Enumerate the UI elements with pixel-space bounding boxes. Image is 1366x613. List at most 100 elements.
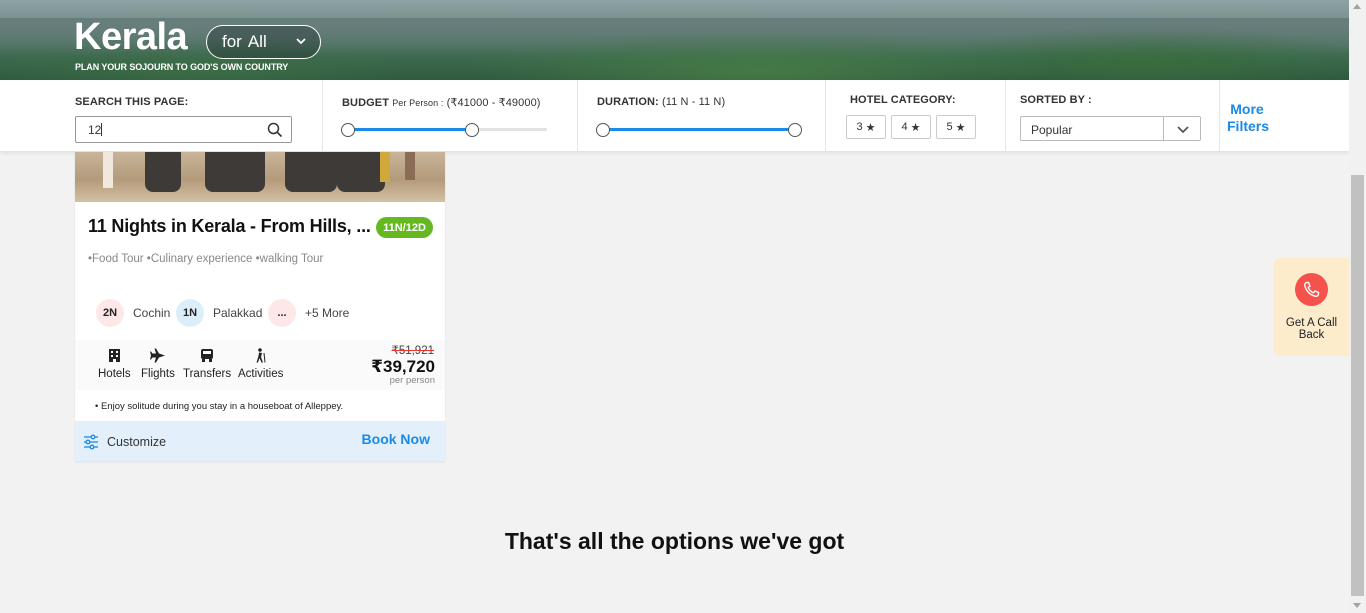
duration-slider-track[interactable] — [603, 128, 795, 131]
phone-icon — [1304, 281, 1320, 297]
inclusion-flights: Flights — [141, 348, 175, 380]
inclusion-label: Flights — [141, 368, 175, 380]
star-icon: ★ — [910, 121, 921, 134]
package-image — [75, 152, 445, 202]
person-shape — [405, 152, 415, 180]
package-highlights: •Food Tour •Culinary experience •walking… — [88, 253, 324, 265]
customize-button[interactable]: Customize — [107, 435, 166, 449]
chevron-down-icon — [296, 38, 306, 45]
hotel-4-star-button[interactable]: 4 ★ — [891, 115, 931, 139]
chevron-down-icon — [1177, 126, 1189, 134]
inclusion-transfers: Transfers — [183, 348, 231, 380]
budget-sublabel: Per Person : — [392, 98, 444, 108]
budget-label: BUDGET Per Person : (₹41000 - ₹49000) — [342, 96, 541, 109]
star-count: 5 — [946, 121, 953, 133]
more-cities-circle: ... — [268, 299, 296, 327]
city-item: 1N Palakkad — [176, 299, 262, 327]
person-shape — [103, 152, 113, 188]
price-unit: per person — [389, 375, 435, 386]
page-subtitle: PLAN YOUR SOJOURN TO GOD'S OWN COUNTRY — [75, 62, 289, 72]
duration-title: DURATION: — [597, 96, 659, 108]
duration-max-handle[interactable] — [788, 123, 802, 137]
budget-max-handle[interactable] — [465, 123, 479, 137]
call-back-line1: Get A Call — [1285, 317, 1338, 329]
call-back-label: Get A Call Back — [1274, 317, 1349, 341]
duration-min-handle[interactable] — [596, 123, 610, 137]
search-value: 12 — [88, 123, 102, 137]
budget-section: BUDGET Per Person : (₹41000 - ₹49000) — [323, 80, 578, 152]
inclusion-label: Transfers — [183, 368, 232, 380]
scroll-up-icon[interactable] — [1353, 4, 1361, 9]
package-title[interactable]: 11 Nights in Kerala - From Hills, ... — [88, 216, 371, 237]
sliders-icon[interactable] — [83, 434, 99, 450]
budget-slider-fill — [348, 128, 472, 131]
sort-label: SORTED BY : — [1020, 94, 1092, 106]
search-section: SEARCH THIS PAGE: 12 — [0, 80, 323, 152]
discounted-price: ₹39,720 — [371, 357, 435, 376]
more-filters-line1: More — [1230, 101, 1264, 117]
more-filters-line2: Filters — [1227, 118, 1270, 134]
package-note: • Enjoy solitude during you stay in a ho… — [95, 401, 344, 412]
book-now-button[interactable]: Book Now — [362, 431, 430, 447]
inclusion-activities: Activities — [238, 348, 283, 380]
filter-bar: SEARCH THIS PAGE: 12 BUDGET Per Person :… — [0, 80, 1349, 152]
search-input[interactable]: 12 — [75, 116, 292, 143]
more-filters-button[interactable]: More Filters — [1227, 101, 1270, 135]
star-icon: ★ — [865, 121, 876, 134]
elephant-shape — [337, 152, 385, 192]
hotel-3-star-button[interactable]: 3 ★ — [846, 115, 886, 139]
star-count: 4 — [901, 121, 908, 133]
budget-min-handle[interactable] — [341, 123, 355, 137]
end-of-results-message: That's all the options we've got — [504, 528, 845, 554]
city-item: 2N Cochin — [96, 299, 170, 327]
call-back-widget[interactable]: Get A Call Back — [1274, 258, 1349, 356]
nights-circle: 1N — [176, 299, 204, 327]
star-count: 3 — [856, 121, 863, 133]
person-shape — [380, 152, 390, 182]
inclusions-row: Hotels Flights Transfers Activities ₹51,… — [75, 340, 445, 390]
original-price: ₹51,921 — [391, 345, 435, 357]
audience-prefix: for — [222, 32, 242, 51]
inclusion-hotels: Hotels — [98, 348, 131, 380]
text-caret — [101, 123, 103, 136]
duration-badge: 11N/12D — [376, 217, 433, 238]
flight-icon — [149, 348, 165, 363]
city-more-item[interactable]: ... +5 More — [268, 299, 349, 327]
call-back-line2: Back — [1298, 329, 1325, 341]
select-divider — [1163, 117, 1164, 140]
package-card[interactable]: 11 Nights in Kerala - From Hills, ... 11… — [75, 152, 445, 461]
more-cities-label: +5 More — [305, 306, 350, 320]
search-icon[interactable] — [267, 122, 283, 138]
hero-banner: Kerala for All PLAN YOUR SOJOURN TO GOD'… — [0, 0, 1349, 80]
hotel-icon — [108, 349, 120, 362]
audience-dropdown[interactable]: for All — [206, 25, 321, 59]
call-button[interactable] — [1295, 273, 1328, 306]
hotel-5-star-button[interactable]: 5 ★ — [936, 115, 976, 139]
duration-label: DURATION: (11 N - 11 N) — [597, 96, 725, 108]
hero-background — [0, 18, 1349, 58]
transfer-icon — [201, 349, 214, 362]
nights-circle: 2N — [96, 299, 124, 327]
city-name: Palakkad — [213, 306, 263, 320]
elephant-shape — [145, 152, 181, 192]
duration-range: (11 N - 11 N) — [661, 96, 726, 108]
scroll-down-icon[interactable] — [1353, 603, 1361, 608]
page-title: Kerala — [74, 16, 188, 58]
sort-select[interactable]: Popular — [1020, 116, 1201, 141]
city-name: Cochin — [133, 306, 171, 320]
budget-range: (₹41000 - ₹49000) — [446, 97, 541, 109]
inclusion-label: Activities — [238, 368, 284, 380]
budget-title: BUDGET — [342, 97, 390, 109]
duration-section: DURATION: (11 N - 11 N) — [578, 80, 826, 152]
sort-value: Popular — [1031, 123, 1073, 137]
elephant-shape — [205, 152, 265, 192]
hotel-category-section: HOTEL CATEGORY: 3 ★ 4 ★ 5 ★ — [826, 80, 1006, 152]
card-footer: Customize Book Now — [75, 421, 445, 461]
activity-icon — [256, 348, 266, 363]
search-label: SEARCH THIS PAGE: — [75, 96, 189, 108]
hotel-category-label: HOTEL CATEGORY: — [850, 94, 956, 106]
inclusion-label: Hotels — [98, 368, 131, 380]
elephant-shape — [285, 152, 337, 192]
star-icon: ★ — [955, 121, 966, 134]
scrollbar-thumb[interactable] — [1351, 175, 1364, 596]
